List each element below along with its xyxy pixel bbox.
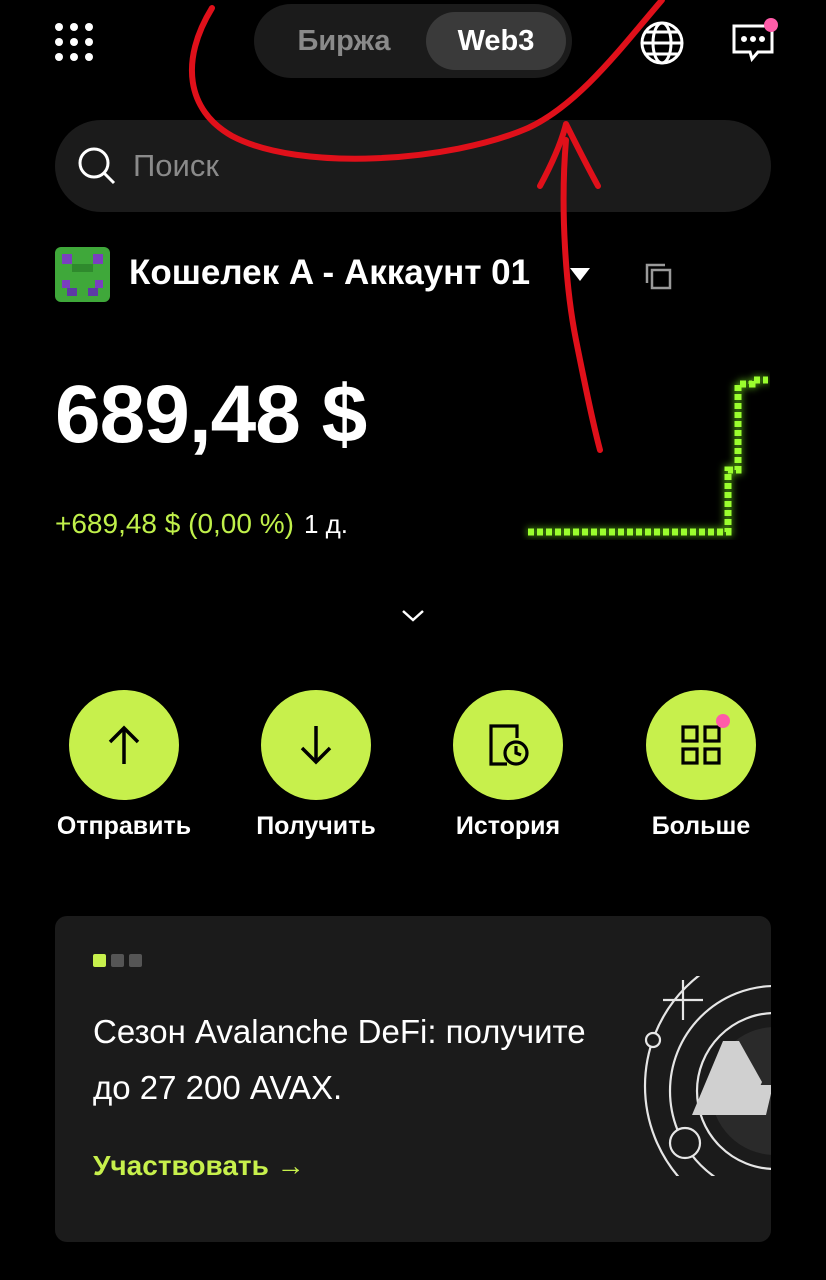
- wallet-avatar: [55, 247, 110, 302]
- chat-icon[interactable]: [730, 18, 778, 66]
- tab-exchange[interactable]: Биржа: [264, 12, 424, 70]
- balance-change-value: +689,48 $ (0,00 %): [55, 508, 294, 539]
- tab-web3[interactable]: Web3: [426, 12, 566, 70]
- arrow-down-icon: [300, 726, 332, 765]
- carousel-indicator: [93, 954, 142, 967]
- mode-switch: Биржа Web3: [254, 4, 572, 78]
- caret-down-icon[interactable]: [569, 267, 591, 283]
- globe-icon[interactable]: [638, 19, 686, 67]
- history-action-circle[interactable]: [453, 690, 563, 800]
- apps-grid-icon: [681, 725, 721, 765]
- more-label: Больше: [651, 812, 751, 840]
- receive-label: Получить: [256, 812, 376, 840]
- carousel-dot-active: [93, 954, 106, 967]
- quick-actions: Отправить Получить История Больше: [40, 690, 800, 850]
- search-bar[interactable]: Поиск: [55, 120, 771, 212]
- receive-action-circle[interactable]: [261, 690, 371, 800]
- copy-icon[interactable]: [643, 261, 673, 291]
- menu-grid-icon[interactable]: [52, 20, 96, 64]
- more-action-circle[interactable]: [646, 690, 756, 800]
- top-bar: Биржа Web3: [0, 0, 826, 90]
- promo-title: Сезон Avalanche DeFi: получите до 27 200…: [93, 1013, 586, 1107]
- wallet-screen: Биржа Web3 Поиск Кошелек A - Аккаунт 01 …: [0, 0, 826, 1280]
- participate-link[interactable]: Участвовать →: [93, 1150, 305, 1182]
- more-notification-dot: [716, 714, 730, 728]
- balance-change: +689,48 $ (0,00 %) 1 д.: [55, 508, 348, 540]
- chat-notification-dot: [764, 18, 778, 32]
- promo-banner[interactable]: Сезон Avalanche DeFi: получите до 27 200…: [55, 916, 771, 1242]
- history-label: История: [455, 812, 561, 840]
- carousel-dot: [111, 954, 124, 967]
- history-icon: [489, 724, 529, 766]
- send-button[interactable]: Отправить: [34, 690, 214, 841]
- avalanche-logo-icon: [643, 976, 771, 1176]
- balance-sparkline: [528, 376, 768, 536]
- wallet-name: Кошелек A - Аккаунт 01: [129, 253, 531, 292]
- more-button[interactable]: Больше: [611, 690, 791, 841]
- total-balance: 689,48 $: [55, 369, 367, 460]
- carousel-dot: [129, 954, 142, 967]
- send-action-circle[interactable]: [69, 690, 179, 800]
- wallet-selector[interactable]: Кошелек A - Аккаунт 01: [55, 247, 755, 303]
- arrow-up-icon: [108, 725, 140, 764]
- receive-button[interactable]: Получить: [226, 690, 406, 841]
- balance-change-period: 1 д.: [303, 509, 349, 539]
- chevron-down-icon[interactable]: [400, 608, 426, 624]
- search-icon: [78, 147, 116, 185]
- history-button[interactable]: История: [418, 690, 598, 841]
- send-label: Отправить: [56, 812, 192, 840]
- search-input[interactable]: Поиск: [133, 148, 219, 184]
